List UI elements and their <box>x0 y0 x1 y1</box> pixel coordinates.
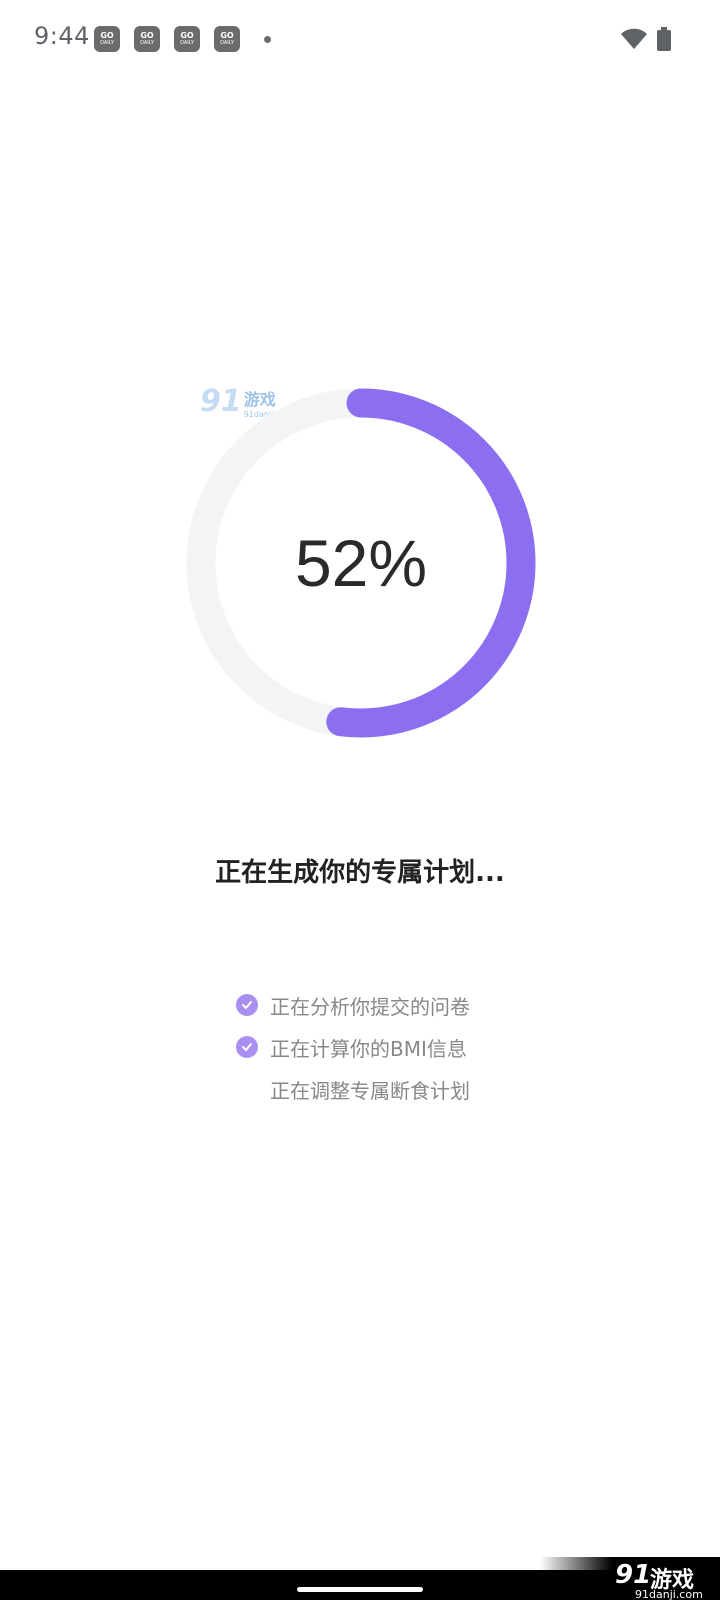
wifi-icon <box>621 28 647 49</box>
step-item: 正在调整专属断食计划 <box>236 1068 470 1110</box>
more-notifications-dot <box>264 35 271 43</box>
step-label: 正在计算你的BMI信息 <box>270 1036 467 1061</box>
notification-icons: GO DAILY GO DAILY GO DAILY GO DAILY <box>94 26 271 52</box>
watermark-logo-bottom: 91 游戏 91danji.com <box>540 1557 720 1600</box>
step-item: 正在计算你的BMI信息 <box>236 1026 470 1068</box>
step-pending-spacer <box>236 1078 258 1100</box>
go-daily-icon: GO DAILY <box>134 26 160 52</box>
page-title: 正在生成你的专属计划... <box>215 858 505 888</box>
progress-steps: 正在分析你提交的问卷 正在计算你的BMI信息 正在调整专属断食计划 <box>236 984 470 1110</box>
status-time: 9:44 <box>34 22 90 50</box>
status-bar: 9:44 GO DAILY GO DAILY GO DAILY GO DAILY <box>0 0 720 80</box>
progress-percent: 52% <box>294 526 428 600</box>
step-item: 正在分析你提交的问卷 <box>236 984 470 1026</box>
check-circle-icon <box>236 1036 258 1058</box>
progress-ring: 52% <box>181 383 541 743</box>
check-circle-icon <box>236 994 258 1016</box>
step-label: 正在调整专属断食计划 <box>270 1078 470 1103</box>
go-daily-icon: GO DAILY <box>94 26 120 52</box>
home-indicator[interactable] <box>297 1587 423 1592</box>
battery-icon <box>657 27 671 51</box>
step-label: 正在分析你提交的问卷 <box>270 994 470 1019</box>
go-daily-icon: GO DAILY <box>214 26 240 52</box>
go-daily-icon: GO DAILY <box>174 26 200 52</box>
